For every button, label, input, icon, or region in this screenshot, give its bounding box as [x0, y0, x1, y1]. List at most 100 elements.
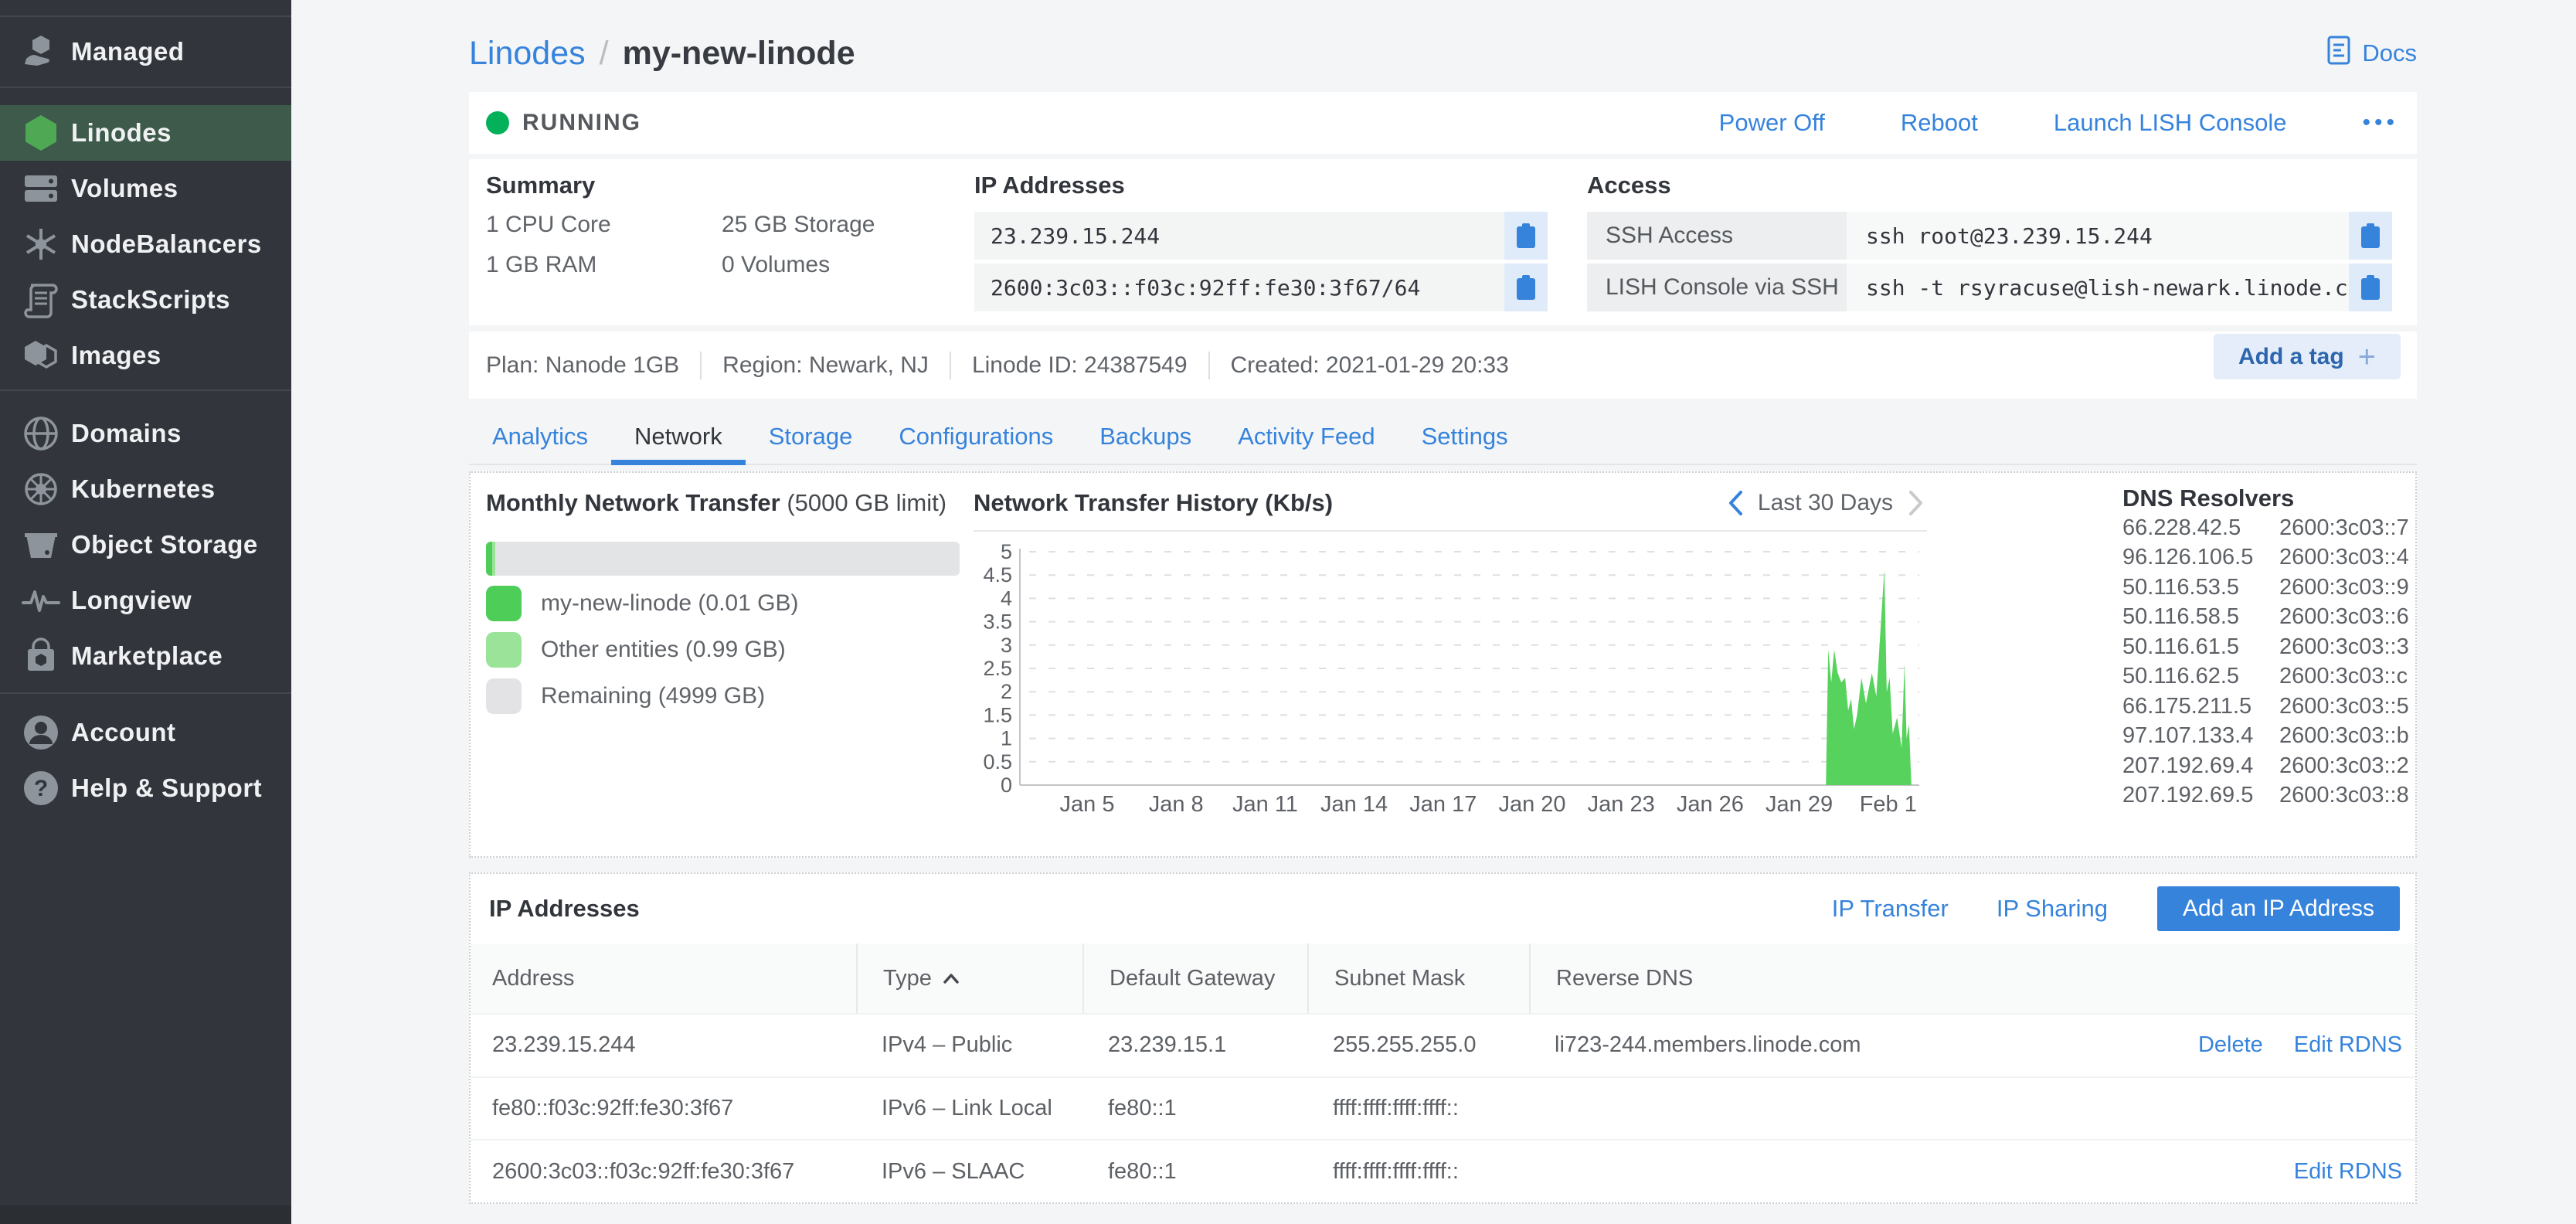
breadcrumb-separator: / — [600, 35, 609, 73]
docs-icon — [2326, 35, 2353, 72]
docs-link[interactable]: Docs — [2326, 35, 2417, 72]
summary-panel: Summary 1 CPU Core25 GB Storage1 GB RAM0… — [486, 168, 875, 278]
sidebar-item-label: Marketplace — [71, 641, 223, 671]
copy-icon[interactable] — [2349, 212, 2392, 260]
column-header-actions — [1993, 944, 2415, 1013]
sidebar-item-kubernetes[interactable]: Kubernetes — [0, 461, 291, 517]
sidebar-item-managed[interactable]: Managed — [0, 17, 291, 87]
sidebar-item-label: Longview — [71, 586, 192, 615]
sidebar-item-linodes[interactable]: Linodes — [0, 105, 291, 161]
edit-rdns-link[interactable]: Edit RDNS — [2294, 1159, 2402, 1185]
tab-configurations[interactable]: Configurations — [875, 413, 1076, 465]
dns-ipv6: 2600:3c03::9 — [2279, 575, 2409, 600]
copy-icon[interactable] — [1504, 264, 1548, 311]
more-actions-button[interactable]: ••• — [2362, 110, 2398, 136]
column-header-address: Address — [471, 944, 856, 1013]
tab-backups[interactable]: Backups — [1076, 413, 1215, 465]
ip-sharing-link[interactable]: IP Sharing — [1997, 895, 2108, 923]
svg-text:Jan 14: Jan 14 — [1320, 792, 1388, 817]
edit-rdns-link[interactable]: Edit RDNS — [2294, 1032, 2402, 1058]
ip-panel-title: IP Addresses — [974, 168, 1548, 202]
sidebar-item-images[interactable]: Images — [0, 328, 291, 383]
sidebar-item-longview[interactable]: Longview — [0, 573, 291, 628]
transfer-bar-segment — [486, 542, 492, 576]
nodebalancers-icon — [22, 225, 60, 264]
column-header-type[interactable]: Type — [856, 944, 1082, 1013]
svg-text:1: 1 — [1001, 727, 1012, 750]
ip-address-value: 23.239.15.244 — [991, 223, 1160, 249]
sidebar-item-domains[interactable]: Domains — [0, 406, 291, 461]
monthly-transfer-panel: Monthly Network Transfer (5000 GB limit)… — [486, 485, 960, 714]
dns-ipv4: 50.116.62.5 — [2122, 664, 2279, 689]
svg-text:Jan 26: Jan 26 — [1677, 792, 1744, 817]
ip-table-body: 23.239.15.244IPv4 – Public23.239.15.1255… — [471, 1013, 2415, 1202]
sidebar-item-nodebalancers[interactable]: NodeBalancers — [0, 216, 291, 272]
svg-text:2.5: 2.5 — [983, 657, 1012, 680]
sidebar-item-marketplace[interactable]: Marketplace — [0, 628, 291, 684]
dns-ipv4: 66.228.42.5 — [2122, 515, 2279, 541]
dns-ipv4: 50.116.61.5 — [2122, 634, 2279, 660]
access-row-label: LISH Console via SSH — [1587, 264, 1847, 311]
sidebar-item-label: Object Storage — [71, 530, 258, 559]
dns-ipv4: 96.126.106.5 — [2122, 545, 2279, 570]
dns-ipv4: 50.116.58.5 — [2122, 604, 2279, 630]
images-icon — [22, 336, 60, 375]
legend-swatch — [486, 586, 522, 621]
dns-ipv6: 2600:3c03::c — [2279, 664, 2408, 689]
cell-address: 2600:3c03::f03c:92ff:fe30:3f67 — [471, 1159, 856, 1185]
copy-icon[interactable] — [2349, 264, 2392, 311]
svg-text:3.5: 3.5 — [983, 610, 1012, 634]
sidebar-item-volumes[interactable]: Volumes — [0, 161, 291, 216]
detail-item: Plan: Nanode 1GB — [486, 352, 679, 379]
tab-network[interactable]: Network — [611, 413, 746, 465]
ip-address-value: 2600:3c03::f03c:92ff:fe30:3f67/64 — [991, 275, 1420, 301]
chevron-right-icon[interactable] — [1907, 489, 1924, 517]
dns-ipv6: 2600:3c03::5 — [2279, 694, 2409, 719]
dns-ipv6: 2600:3c03::8 — [2279, 783, 2409, 808]
sidebar-item-label: NodeBalancers — [71, 230, 262, 259]
launch-lish-console-button[interactable]: Launch LISH Console — [2054, 109, 2287, 137]
svg-text:0: 0 — [1001, 774, 1012, 797]
cell-subnet-mask: ffff:ffff:ffff:ffff:: — [1307, 1096, 1529, 1121]
chevron-left-icon[interactable] — [1727, 489, 1744, 517]
tab-activity-feed[interactable]: Activity Feed — [1215, 413, 1398, 465]
ip-transfer-link[interactable]: IP Transfer — [1832, 895, 1949, 923]
dns-resolver-row: 66.228.42.52600:3c03::7 — [2122, 513, 2407, 543]
sidebar-item-label: Managed — [71, 37, 185, 66]
ip-address-row: 23.239.15.244 — [974, 212, 1548, 260]
column-header-default-gateway: Default Gateway — [1082, 944, 1307, 1013]
svg-text:1.5: 1.5 — [983, 703, 1012, 726]
reboot-button[interactable]: Reboot — [1901, 109, 1978, 137]
cell-address: fe80::f03c:92ff:fe30:3f67 — [471, 1096, 856, 1121]
svg-text:3: 3 — [1001, 634, 1012, 657]
tab-analytics[interactable]: Analytics — [469, 413, 611, 465]
ip-addresses-panel: IP Addresses 23.239.15.2442600:3c03::f03… — [974, 168, 1548, 311]
legend-item-my-new-linode: my-new-linode (0.01 GB) — [486, 585, 960, 621]
tab-settings[interactable]: Settings — [1398, 413, 1531, 465]
sidebar-item-help-support[interactable]: ?Help & Support — [0, 760, 291, 816]
column-header-label: Address — [492, 966, 574, 991]
breadcrumb-linodes-link[interactable]: Linodes — [469, 35, 586, 73]
sidebar-item-object-storage[interactable]: Object Storage — [0, 517, 291, 573]
svg-text:Jan 11: Jan 11 — [1232, 792, 1298, 817]
detail-item: Created: 2021-01-29 20:33 — [1231, 352, 1509, 379]
marketplace-icon — [22, 637, 60, 675]
add-ip-address-button[interactable]: Add an IP Address — [2157, 886, 2400, 931]
sidebar-item-account[interactable]: Account — [0, 705, 291, 760]
add-tag-button[interactable]: Add a tag + — [2214, 334, 2401, 379]
dns-resolver-row: 50.116.58.52600:3c03::6 — [2122, 603, 2407, 633]
copy-icon[interactable] — [1504, 212, 1548, 260]
detail-separator — [700, 352, 702, 379]
sidebar-bottom-strip — [0, 1205, 291, 1224]
linodes-icon — [22, 114, 60, 152]
transfer-progress-bar — [486, 542, 960, 576]
delete-link[interactable]: Delete — [2198, 1032, 2263, 1058]
svg-text:Jan 23: Jan 23 — [1588, 792, 1655, 817]
tab-storage[interactable]: Storage — [746, 413, 876, 465]
access-title: Access — [1587, 168, 2392, 202]
power-off-button[interactable]: Power Off — [1719, 109, 1825, 137]
svg-text:4: 4 — [1001, 586, 1012, 610]
sidebar-group-3: Account?Help & Support — [0, 692, 291, 827]
sidebar-item-stackscripts[interactable]: StackScripts — [0, 272, 291, 328]
dns-resolvers-title: DNS Resolvers — [2122, 485, 2407, 512]
